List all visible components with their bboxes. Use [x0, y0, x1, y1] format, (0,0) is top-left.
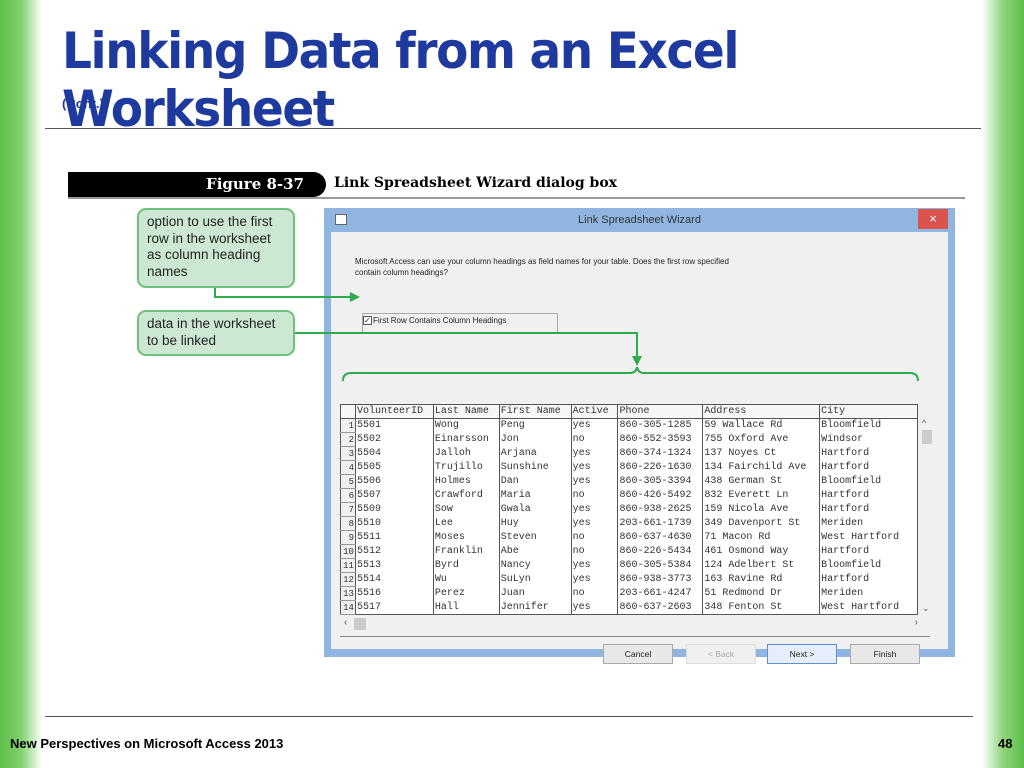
arrowhead-icon: [350, 292, 360, 302]
footer-text: New Perspectives on Microsoft Access 201…: [10, 736, 284, 751]
page-number: 48: [998, 736, 1013, 751]
connector-line-data: [295, 332, 638, 358]
arrowhead-icon: [632, 356, 642, 366]
connector-line-first-row: [214, 288, 350, 298]
data-bracket: [342, 366, 919, 382]
footer-divider: [45, 716, 973, 717]
callout-connectors: [214, 288, 919, 382]
